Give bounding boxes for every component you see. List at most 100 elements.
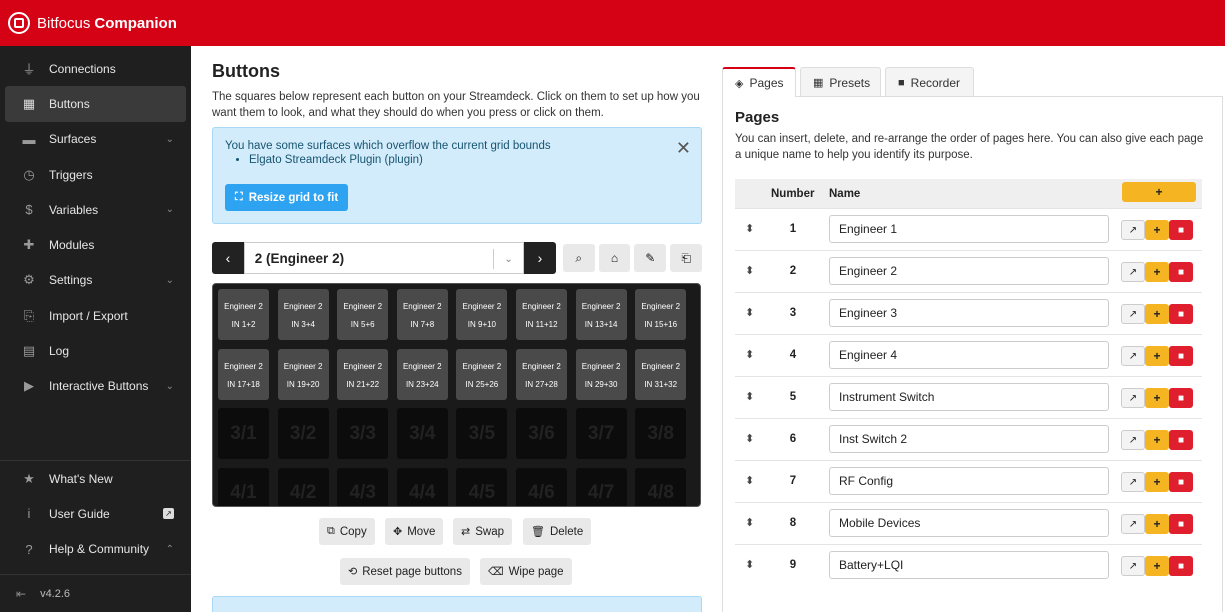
grid-button[interactable]: Engineer 2 IN 11+12 <box>516 289 567 340</box>
page-name-input[interactable]: Engineer 3 <box>829 299 1109 327</box>
page-name-input[interactable]: Inst Switch 2 <box>829 425 1109 453</box>
insert-page-button[interactable]: + <box>1145 346 1169 366</box>
delete-page-button[interactable]: ■ <box>1169 388 1193 408</box>
open-page-button[interactable]: ↗ <box>1121 220 1145 240</box>
grid-button[interactable]: Engineer 2 IN 13+14 <box>575 289 627 340</box>
grid-button[interactable]: Engineer 2 IN 31+32 <box>635 348 687 400</box>
insert-page-button[interactable]: + <box>1145 220 1169 240</box>
page-name-input[interactable]: Engineer 1 <box>829 215 1109 243</box>
grid-button-empty[interactable]: 4/6 <box>516 467 567 506</box>
delete-page-button[interactable]: ■ <box>1169 346 1193 366</box>
grid-button[interactable]: Engineer 2 IN 9+10 <box>456 289 508 340</box>
grid-button-empty[interactable]: 3/6 <box>516 408 567 459</box>
delete-page-button[interactable]: ■ <box>1169 556 1193 576</box>
sidebar-item-log[interactable]: ▤ Log <box>5 333 186 368</box>
grid-button[interactable]: Engineer 2 IN 27+28 <box>516 348 567 400</box>
grid-button[interactable]: Engineer 2 IN 29+30 <box>575 348 627 400</box>
grid-button[interactable]: Engineer 2 IN 21+22 <box>337 348 389 400</box>
sidebar-item-whats-new[interactable]: ★ What's New <box>5 461 186 496</box>
delete-page-button[interactable]: ■ <box>1169 220 1193 240</box>
close-icon[interactable]: ✕ <box>676 138 691 159</box>
delete-page-button[interactable]: ■ <box>1169 430 1193 450</box>
open-page-button[interactable]: ↗ <box>1121 556 1145 576</box>
open-page-button[interactable]: ↗ <box>1121 514 1145 534</box>
sidebar-item-surfaces[interactable]: ▬ Surfaces ⌄ <box>5 122 186 157</box>
version-footer[interactable]: ⇤ v4.2.6 <box>0 574 191 612</box>
page-name-input[interactable]: Engineer 4 <box>829 341 1109 369</box>
sidebar-item-settings[interactable]: ⚙ Settings ⌄ <box>5 263 186 298</box>
sidebar-item-buttons[interactable]: ▦ Buttons <box>5 86 186 122</box>
home-button[interactable]: ⌂ <box>598 244 631 272</box>
grid-button[interactable]: Engineer 2 IN 15+16 <box>635 289 687 340</box>
open-page-button[interactable]: ↗ <box>1121 472 1145 492</box>
insert-page-button[interactable]: + <box>1145 304 1169 324</box>
grid-button-empty[interactable]: 4/1 <box>218 467 269 506</box>
grid-button-empty[interactable]: 4/3 <box>337 467 389 506</box>
copy-button[interactable]: ⧉ Copy <box>319 518 375 545</box>
open-page-button[interactable]: ↗ <box>1121 388 1145 408</box>
sidebar-item-variables[interactable]: $ Variables ⌄ <box>5 192 186 227</box>
drag-handle-icon[interactable]: ⬍ <box>745 348 754 361</box>
sidebar-item-user-guide[interactable]: i User Guide ↗ <box>5 496 186 531</box>
page-name-input[interactable]: Instrument Switch <box>829 383 1109 411</box>
next-page-button[interactable]: › <box>524 242 556 274</box>
grid-button[interactable]: Engineer 2 IN 23+24 <box>396 348 448 400</box>
insert-page-button[interactable]: + <box>1145 262 1169 282</box>
grid-button-empty[interactable]: 3/4 <box>396 408 448 459</box>
drag-handle-icon[interactable]: ⬍ <box>745 432 754 445</box>
delete-button[interactable]: 🗑 Delete <box>523 518 592 545</box>
drag-handle-icon[interactable]: ⬍ <box>745 558 754 571</box>
page-name-input[interactable]: Engineer 2 <box>829 257 1109 285</box>
page-name-input[interactable]: Mobile Devices <box>829 509 1109 537</box>
sidebar-item-triggers[interactable]: ◷ Triggers <box>5 157 186 192</box>
grid-button-empty[interactable]: 3/7 <box>575 408 627 459</box>
grid-button-empty[interactable]: 4/5 <box>456 467 508 506</box>
open-page-button[interactable]: ↗ <box>1121 262 1145 282</box>
export-page-button[interactable]: ⎗ <box>670 244 703 272</box>
drag-handle-icon[interactable]: ⬍ <box>745 306 754 319</box>
grid-button-empty[interactable]: 4/4 <box>396 467 448 506</box>
grid-button-empty[interactable]: 4/8 <box>635 467 687 506</box>
insert-page-button[interactable]: + <box>1145 556 1169 576</box>
drag-handle-icon[interactable]: ⬍ <box>745 516 754 529</box>
drag-handle-icon[interactable]: ⬍ <box>745 474 754 487</box>
sidebar-item-help-community[interactable]: ? Help & Community ⌃ <box>5 532 186 567</box>
grid-button-empty[interactable]: 3/2 <box>277 408 329 459</box>
drag-handle-icon[interactable]: ⬍ <box>745 222 754 235</box>
move-button[interactable]: ✥ Move <box>385 518 444 545</box>
sidebar-item-modules[interactable]: ✚ Modules <box>5 227 186 262</box>
open-page-button[interactable]: ↗ <box>1121 304 1145 324</box>
grid-button-empty[interactable]: 3/8 <box>635 408 687 459</box>
tab-pages[interactable]: ◈ Pages <box>722 67 796 97</box>
insert-page-button[interactable]: + <box>1145 430 1169 450</box>
edit-button[interactable]: ✎ <box>634 244 667 272</box>
grid-button[interactable]: Engineer 2 IN 7+8 <box>396 289 448 340</box>
drag-handle-icon[interactable]: ⬍ <box>745 390 754 403</box>
resize-grid-button[interactable]: ⛶ Resize grid to fit <box>225 184 349 211</box>
grid-button[interactable]: Engineer 2 IN 17+18 <box>218 348 269 400</box>
brand[interactable]: Bitfocus Companion <box>0 0 191 46</box>
delete-page-button[interactable]: ■ <box>1169 514 1193 534</box>
grid-button-empty[interactable]: 4/7 <box>575 467 627 506</box>
open-page-button[interactable]: ↗ <box>1121 430 1145 450</box>
sidebar-item-import-export[interactable]: ⎘ Import / Export <box>5 298 186 333</box>
grid-button[interactable]: Engineer 2 IN 5+6 <box>337 289 389 340</box>
insert-page-button[interactable]: + <box>1145 388 1169 408</box>
tab-presets[interactable]: ▦ Presets <box>800 67 881 97</box>
search-button[interactable]: ⌕ <box>562 244 595 272</box>
page-select[interactable]: 2 (Engineer 2) ⌄ <box>243 242 525 274</box>
add-page-button[interactable]: + <box>1122 182 1196 202</box>
prev-page-button[interactable]: ‹ <box>212 242 244 274</box>
delete-page-button[interactable]: ■ <box>1169 262 1193 282</box>
insert-page-button[interactable]: + <box>1145 514 1169 534</box>
sidebar-item-connections[interactable]: ⏚ Connections <box>5 51 186 86</box>
delete-page-button[interactable]: ■ <box>1169 304 1193 324</box>
grid-button[interactable]: Engineer 2 IN 3+4 <box>277 289 329 340</box>
grid-button[interactable]: Engineer 2 IN 1+2 <box>218 289 269 340</box>
page-name-input[interactable]: Battery+LQI <box>829 551 1109 579</box>
swap-button[interactable]: ⇄ Swap <box>453 518 512 545</box>
grid-button-empty[interactable]: 3/5 <box>456 408 508 459</box>
sidebar-item-interactive-buttons[interactable]: ▶ Interactive Buttons ⌄ <box>5 369 186 404</box>
grid-button-empty[interactable]: 3/1 <box>218 408 269 459</box>
reset-page-buttons-button[interactable]: ⟲ Reset page buttons <box>340 558 470 585</box>
